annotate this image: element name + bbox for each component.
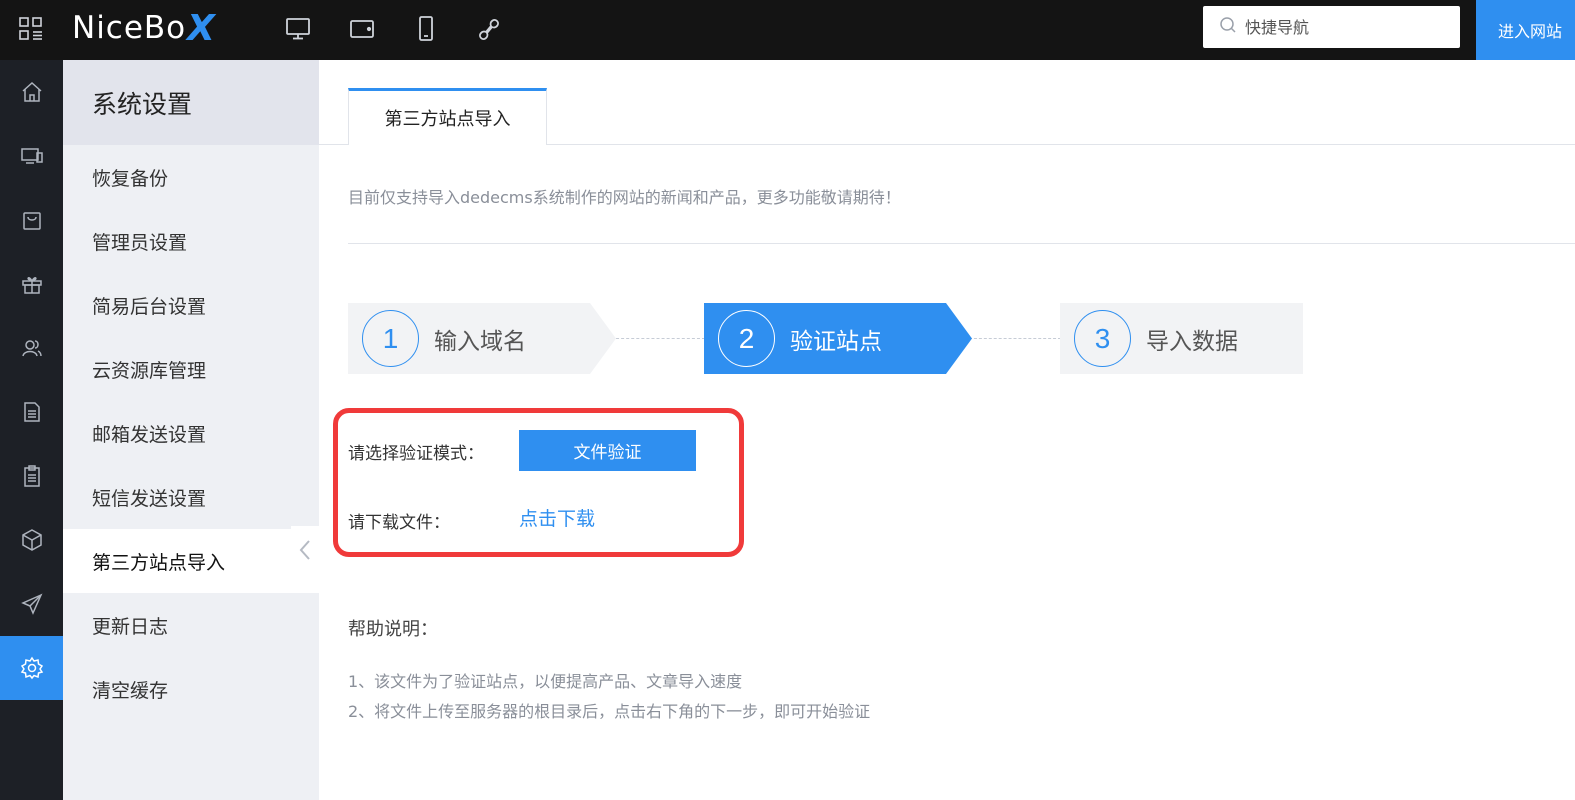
import-notice: 目前仅支持导入dedecms系统制作的网站的新闻和产品，更多功能敬请期待！	[348, 188, 901, 207]
sidebar-item-third-party-import[interactable]: 第三方站点导入	[63, 529, 319, 593]
file-verify-button[interactable]: 文件验证	[519, 430, 696, 471]
step-3-label: 导入数据	[1146, 328, 1238, 355]
tablet-icon[interactable]	[347, 14, 377, 44]
link-icon[interactable]	[474, 14, 504, 44]
sidebar-item-cloud-library[interactable]: 云资源库管理	[63, 337, 319, 401]
bag-icon[interactable]	[0, 188, 63, 252]
verify-mode-label: 请选择验证模式：	[348, 444, 484, 464]
logo-x: X	[187, 7, 216, 49]
sidebar-title: 系统设置	[63, 60, 319, 145]
sidebar-item-simple-backend[interactable]: 简易后台设置	[63, 273, 319, 337]
home-icon[interactable]	[0, 60, 63, 124]
sidebar-item-sms-settings[interactable]: 短信发送设置	[63, 465, 319, 529]
main-content: 第三方站点导入 目前仅支持导入dedecms系统制作的网站的新闻和产品，更多功能…	[319, 60, 1575, 800]
quick-nav-search[interactable]	[1203, 6, 1460, 48]
step-1: 1 输入域名	[348, 303, 616, 374]
logo-text: NiceBo	[72, 10, 187, 46]
sidebar-item-update-log[interactable]: 更新日志	[63, 593, 319, 657]
help-line-1: 1、该文件为了验证站点，以便提高产品、文章导入速度	[348, 672, 743, 691]
sidebar-item-admin-settings[interactable]: 管理员设置	[63, 209, 319, 273]
collapse-sidebar-button[interactable]	[291, 526, 319, 578]
download-file-label: 请下载文件：	[348, 513, 450, 533]
help-line-2: 2、将文件上传至服务器的根目录后，点击右下角的下一步，即可开始验证	[348, 702, 871, 721]
search-icon	[1219, 16, 1237, 38]
search-input[interactable]	[1245, 17, 1445, 37]
step-2-number: 2	[718, 310, 775, 367]
settings-icon[interactable]	[0, 636, 63, 700]
cube-icon[interactable]	[0, 508, 63, 572]
divider	[348, 243, 1575, 244]
top-bar: NiceBoX 进入网站	[0, 0, 1575, 60]
step-3: 3 导入数据	[1060, 303, 1303, 374]
step-1-label: 输入域名	[434, 328, 526, 355]
step-connector	[969, 338, 1061, 339]
chevron-left-icon	[299, 539, 311, 565]
clipboard-icon[interactable]	[0, 444, 63, 508]
enter-site-button[interactable]: 进入网站	[1476, 0, 1575, 60]
mobile-icon[interactable]	[411, 14, 441, 44]
document-icon[interactable]	[0, 380, 63, 444]
users-icon[interactable]	[0, 316, 63, 380]
desktop-icon[interactable]	[283, 14, 313, 44]
tab-third-party-import[interactable]: 第三方站点导入	[348, 88, 547, 145]
step-connector	[611, 338, 705, 339]
download-link[interactable]: 点击下载	[519, 504, 595, 531]
gift-icon[interactable]	[0, 252, 63, 316]
sidebar-item-restore-backup[interactable]: 恢复备份	[63, 145, 319, 209]
step-3-number: 3	[1074, 310, 1131, 367]
send-icon[interactable]	[0, 572, 63, 636]
icon-sidebar	[0, 60, 63, 800]
settings-sidebar: 系统设置 恢复备份 管理员设置 简易后台设置 云资源库管理 邮箱发送设置 短信发…	[63, 60, 319, 800]
help-title: 帮助说明：	[348, 619, 438, 640]
step-1-number: 1	[362, 310, 419, 367]
step-2-label: 验证站点	[790, 328, 882, 355]
apps-grid-icon[interactable]	[18, 16, 44, 42]
sidebar-item-clear-cache[interactable]: 清空缓存	[63, 657, 319, 721]
devices-icon[interactable]	[0, 124, 63, 188]
nicebox-logo[interactable]: NiceBo X	[72, 6, 216, 50]
step-2: 2 验证站点	[704, 303, 972, 374]
sidebar-item-email-settings[interactable]: 邮箱发送设置	[63, 401, 319, 465]
